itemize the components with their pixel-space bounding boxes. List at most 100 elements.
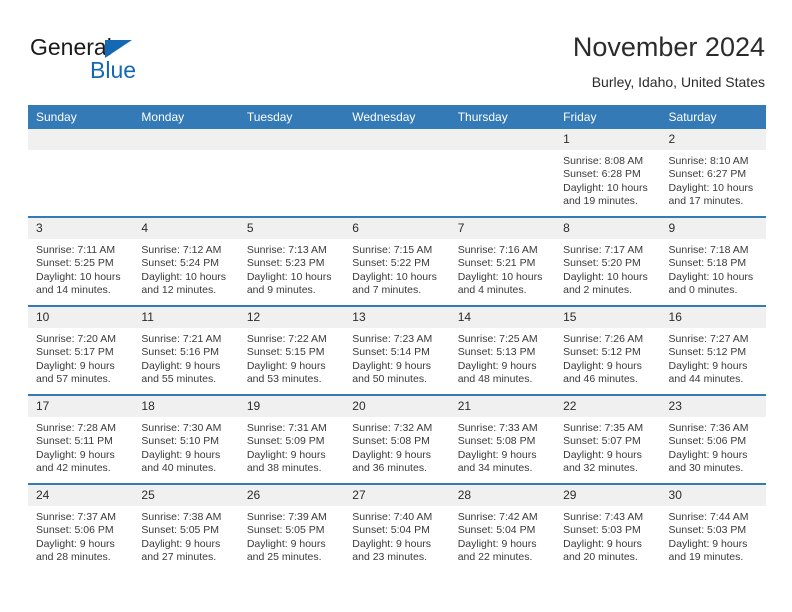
calendar-day-cell[interactable]: 3 Sunrise: 7:11 AM Sunset: 5:25 PM Daylight… xyxy=(28,216,134,306)
logo[interactable]: General Blue xyxy=(28,32,288,92)
calendar-day-cell[interactable]: 26 Sunrise: 7:39 AM Sunset: 5:05 PM Dayligh… xyxy=(238,483,345,572)
day-sun-info: Sunrise: 7:32 AM Sunset: 5:08 PM Daylight:… xyxy=(344,417,449,476)
day-sun-info: Sunrise: 7:21 AM Sunset: 5:16 PM Daylight:… xyxy=(133,328,238,387)
calendar-day-cell[interactable]: 30 Sunrise: 7:44 AM Sunset: 5:03 PM Dayligh… xyxy=(660,483,766,572)
sunset-text: Sunset: 5:18 PM xyxy=(668,257,747,270)
sunset-text: Sunset: 6:28 PM xyxy=(563,168,641,181)
day-sun-info: Sunrise: 7:33 AM Sunset: 5:08 PM Daylight:… xyxy=(450,417,555,476)
sunrise-text: Sunrise: 7:30 AM xyxy=(141,422,222,434)
day-sun-info: Sunrise: 7:17 AM Sunset: 5:20 PM Daylight:… xyxy=(555,239,660,298)
day-sun-info: Sunrise: 7:36 AM Sunset: 5:06 PM Daylight:… xyxy=(661,417,766,476)
calendar-day-cell[interactable]: 7 Sunrise: 7:16 AM Sunset: 5:21 PM Daylight… xyxy=(449,216,556,306)
calendar-day-cell[interactable]: 25 Sunrise: 7:38 AM Sunset: 5:05 PM Dayligh… xyxy=(133,483,239,572)
calendar-day-cell[interactable]: 24 Sunrise: 7:37 AM Sunset: 5:06 PM Dayligh… xyxy=(28,483,134,572)
daylight-text: Daylight: 9 hours and 44 minutes. xyxy=(668,359,748,386)
calendar-day-cell[interactable]: 17 Sunrise: 7:28 AM Sunset: 5:11 PM Dayligh… xyxy=(28,394,134,484)
calendar-day-cell[interactable]: 5 Sunrise: 7:13 AM Sunset: 5:23 PM Daylight… xyxy=(238,216,345,306)
calendar-day-cell[interactable]: 23 Sunrise: 7:36 AM Sunset: 5:06 PM Dayligh… xyxy=(660,394,766,484)
day-number: 26 xyxy=(238,485,345,506)
calendar-day-cell[interactable]: 9 Sunrise: 7:18 AM Sunset: 5:18 PM Daylight… xyxy=(660,216,766,306)
calendar-day-cell[interactable]: 12 Sunrise: 7:22 AM Sunset: 5:15 PM Dayligh… xyxy=(238,305,345,395)
weekday-header-wednesday: Wednesday xyxy=(344,105,450,129)
day-number: 13 xyxy=(344,307,450,328)
calendar-header-row: Sunday Monday Tuesday Wednesday Thursday… xyxy=(28,105,766,129)
sunrise-text: Sunrise: 7:35 AM xyxy=(563,422,644,434)
sunset-text: Sunset: 5:21 PM xyxy=(457,257,536,270)
daylight-text: Daylight: 10 hours and 12 minutes. xyxy=(141,270,227,297)
calendar-day-cell[interactable]: 16 Sunrise: 7:27 AM Sunset: 5:12 PM Dayligh… xyxy=(660,305,766,395)
day-sun-info: Sunrise: 7:15 AM Sunset: 5:22 PM Daylight:… xyxy=(344,239,449,298)
calendar-cell-empty xyxy=(28,129,134,217)
sunset-text: Sunset: 5:22 PM xyxy=(352,257,430,270)
calendar-day-cell[interactable]: 14 Sunrise: 7:25 AM Sunset: 5:13 PM Dayligh… xyxy=(449,305,556,395)
sunrise-text: Sunrise: 7:18 AM xyxy=(668,244,749,256)
calendar-day-cell[interactable]: 18 Sunrise: 7:30 AM Sunset: 5:10 PM Dayligh… xyxy=(133,394,239,484)
calendar-day-cell[interactable]: 15 Sunrise: 7:26 AM Sunset: 5:12 PM Dayligh… xyxy=(555,305,661,395)
calendar-day-cell[interactable]: 27 Sunrise: 7:40 AM Sunset: 5:04 PM Dayligh… xyxy=(344,483,450,572)
day-number: 20 xyxy=(344,396,450,417)
day-sun-info: Sunrise: 7:30 AM Sunset: 5:10 PM Daylight:… xyxy=(133,417,238,476)
calendar-day-cell[interactable]: 21 Sunrise: 7:33 AM Sunset: 5:08 PM Dayligh… xyxy=(449,394,556,484)
calendar-week-row: 1 Sunrise: 8:08 AM Sunset: 6:28 PM Daylight… xyxy=(28,129,766,217)
day-number xyxy=(344,129,450,150)
sunset-text: Sunset: 5:24 PM xyxy=(141,257,220,270)
calendar-cell-empty xyxy=(344,129,450,217)
day-number: 29 xyxy=(555,485,661,506)
daylight-text: Daylight: 10 hours and 17 minutes. xyxy=(668,181,754,208)
sunrise-text: Sunrise: 7:40 AM xyxy=(352,511,433,523)
sunset-text: Sunset: 5:06 PM xyxy=(668,435,747,448)
calendar-day-cell[interactable]: 11 Sunrise: 7:21 AM Sunset: 5:16 PM Dayligh… xyxy=(133,305,239,395)
calendar-day-cell[interactable]: 8 Sunrise: 7:17 AM Sunset: 5:20 PM Daylight… xyxy=(555,216,661,306)
calendar-day-cell[interactable]: 20 Sunrise: 7:32 AM Sunset: 5:08 PM Dayligh… xyxy=(344,394,450,484)
calendar-day-cell[interactable]: 13 Sunrise: 7:23 AM Sunset: 5:14 PM Dayligh… xyxy=(344,305,450,395)
day-number xyxy=(28,129,134,150)
sunset-text: Sunset: 5:17 PM xyxy=(36,346,114,359)
day-number: 10 xyxy=(28,307,134,328)
day-sun-info: Sunrise: 7:31 AM Sunset: 5:09 PM Daylight:… xyxy=(239,417,344,476)
calendar-day-cell[interactable]: 4 Sunrise: 7:12 AM Sunset: 5:24 PM Daylight… xyxy=(133,216,239,306)
daylight-text: Daylight: 9 hours and 25 minutes. xyxy=(246,537,326,564)
day-sun-info: Sunrise: 8:10 AM Sunset: 6:27 PM Daylight:… xyxy=(661,150,766,209)
calendar-day-cell[interactable]: 19 Sunrise: 7:31 AM Sunset: 5:09 PM Dayligh… xyxy=(238,394,345,484)
day-sun-info: Sunrise: 8:08 AM Sunset: 6:28 PM Daylight:… xyxy=(555,150,660,209)
sunrise-text: Sunrise: 7:43 AM xyxy=(563,511,644,523)
calendar-day-cell[interactable]: 28 Sunrise: 7:42 AM Sunset: 5:04 PM Dayligh… xyxy=(449,483,556,572)
sunrise-text: Sunrise: 7:26 AM xyxy=(563,333,644,345)
day-number: 15 xyxy=(555,307,661,328)
day-sun-info: Sunrise: 7:37 AM Sunset: 5:06 PM Daylight:… xyxy=(28,506,133,565)
calendar-day-cell[interactable]: 10 Sunrise: 7:20 AM Sunset: 5:17 PM Dayligh… xyxy=(28,305,134,395)
day-number: 22 xyxy=(555,396,661,417)
day-sun-info: Sunrise: 7:16 AM Sunset: 5:21 PM Daylight:… xyxy=(450,239,555,298)
sunset-text: Sunset: 5:08 PM xyxy=(457,435,536,448)
sunrise-text: Sunrise: 7:13 AM xyxy=(246,244,327,256)
daylight-text: Daylight: 9 hours and 22 minutes. xyxy=(457,537,537,564)
daylight-text: Daylight: 9 hours and 57 minutes. xyxy=(36,359,115,386)
page-subtitle: Burley, Idaho, United States xyxy=(591,74,765,90)
day-number: 30 xyxy=(660,485,766,506)
daylight-text: Daylight: 10 hours and 4 minutes. xyxy=(457,270,543,297)
day-sun-info: Sunrise: 7:23 AM Sunset: 5:14 PM Daylight:… xyxy=(344,328,449,387)
sunrise-text: Sunrise: 8:10 AM xyxy=(668,155,749,167)
sunrise-text: Sunrise: 7:38 AM xyxy=(141,511,222,523)
sunrise-text: Sunrise: 7:25 AM xyxy=(457,333,538,345)
daylight-text: Daylight: 10 hours and 19 minutes. xyxy=(563,181,648,208)
day-number xyxy=(449,129,556,150)
sunset-text: Sunset: 5:25 PM xyxy=(36,257,114,270)
daylight-text: Daylight: 9 hours and 55 minutes. xyxy=(141,359,221,386)
calendar-day-cell[interactable]: 29 Sunrise: 7:43 AM Sunset: 5:03 PM Dayligh… xyxy=(555,483,661,572)
day-number: 25 xyxy=(133,485,239,506)
calendar-day-cell[interactable]: 6 Sunrise: 7:15 AM Sunset: 5:22 PM Daylight… xyxy=(344,216,450,306)
calendar-cell-empty xyxy=(133,129,239,217)
day-number: 6 xyxy=(344,218,450,239)
calendar-day-cell[interactable]: 2 Sunrise: 8:10 AM Sunset: 6:27 PM Daylight… xyxy=(660,129,766,217)
daylight-text: Daylight: 9 hours and 48 minutes. xyxy=(457,359,537,386)
day-sun-info: Sunrise: 7:28 AM Sunset: 5:11 PM Daylight:… xyxy=(28,417,133,476)
calendar-day-cell[interactable]: 22 Sunrise: 7:35 AM Sunset: 5:07 PM Dayligh… xyxy=(555,394,661,484)
sunrise-text: Sunrise: 7:28 AM xyxy=(36,422,116,434)
sunset-text: Sunset: 5:08 PM xyxy=(352,435,430,448)
day-number: 7 xyxy=(449,218,556,239)
calendar-day-cell[interactable]: 1 Sunrise: 8:08 AM Sunset: 6:28 PM Daylight… xyxy=(555,129,661,217)
daylight-text: Daylight: 9 hours and 40 minutes. xyxy=(141,448,221,475)
calendar-week-row: 17 Sunrise: 7:28 AM Sunset: 5:11 PM Dayligh… xyxy=(28,394,766,484)
sunrise-text: Sunrise: 7:22 AM xyxy=(246,333,327,345)
